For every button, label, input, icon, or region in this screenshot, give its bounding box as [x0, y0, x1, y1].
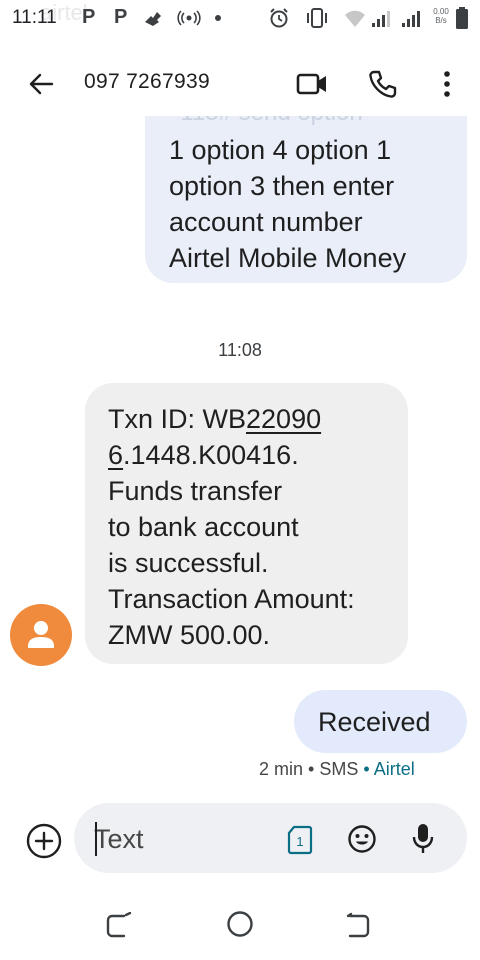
message-status: 2 min • SMS • Airtel: [259, 759, 415, 780]
message-line: option 3 then enter: [169, 171, 395, 201]
emoji-icon[interactable]: [347, 824, 377, 854]
battery-icon: [456, 7, 468, 29]
wifi-icon: [345, 10, 365, 28]
hotspot-icon: [177, 10, 201, 26]
txn-prefix: Txn ID: WB: [108, 404, 247, 434]
nav-back-icon[interactable]: [344, 912, 374, 940]
network-speed: 0.00 B/s: [430, 7, 452, 25]
status-time: 11:11: [12, 7, 57, 28]
message-line: to bank account: [108, 512, 299, 542]
message-line: Funds transfer: [108, 476, 283, 506]
outgoing-message-bubble[interactable]: Received: [294, 690, 467, 753]
message-line: is successful.: [108, 548, 269, 578]
message-age: 2 min: [259, 759, 304, 779]
status-bar: 11:11 P P 0.00 B/s: [0, 0, 480, 36]
message-line: 1 option 4 option 1: [169, 135, 392, 165]
more-options-icon[interactable]: [434, 70, 460, 98]
signal-icon: [402, 11, 420, 27]
sim-slot-number: 1: [296, 834, 303, 849]
txn-id-link-part[interactable]: 22090: [246, 404, 321, 434]
phone-call-icon[interactable]: [368, 69, 398, 99]
dot-icon: [215, 15, 221, 21]
speed-unit: B/s: [435, 16, 447, 25]
meta-separator: •: [308, 759, 315, 779]
recent-apps-icon[interactable]: [104, 912, 134, 940]
txn-id-link-part[interactable]: 6: [108, 440, 123, 470]
vibrate-icon: [307, 8, 327, 28]
message-text: Txn ID: WB22090 6.1448.K00416. Funds tra…: [108, 401, 355, 653]
back-arrow-icon[interactable]: [28, 71, 54, 97]
message-line: Transaction Amount:: [108, 584, 355, 614]
avatar[interactable]: [10, 604, 72, 666]
message-text: Received: [318, 707, 431, 737]
outgoing-message-bubble[interactable]: *115# send option 1 option 4 option 1 op…: [145, 105, 467, 283]
message-input[interactable]: [94, 823, 274, 855]
message-line: 6.1448.K00416.: [108, 437, 355, 473]
message-type: SMS: [319, 759, 359, 779]
sim-card-icon[interactable]: 1: [287, 825, 313, 855]
incoming-message-bubble[interactable]: Txn ID: WB22090 6.1448.K00416. Funds tra…: [85, 383, 408, 664]
alarm-icon: [270, 8, 288, 28]
message-line: ZMW 500.00.: [108, 620, 271, 650]
home-icon[interactable]: [226, 910, 254, 938]
speed-value: 0.00: [433, 7, 449, 16]
signal-icon: [372, 11, 390, 27]
txn-suffix: .1448.K00416.: [123, 440, 299, 470]
puzzle-icon: [145, 12, 161, 26]
carrier-sep: •: [363, 759, 370, 779]
microphone-icon[interactable]: [411, 822, 435, 856]
carrier-name: Airtel: [373, 759, 415, 779]
notification-p-icon: P: [82, 6, 96, 28]
add-attachment-icon[interactable]: [25, 822, 63, 860]
message-line: account number: [169, 207, 363, 237]
contact-title[interactable]: 097 7267939: [84, 70, 210, 94]
person-icon: [28, 621, 54, 648]
message-line: Txn ID: WB22090: [108, 401, 355, 437]
time-separator: 11:08: [218, 340, 262, 360]
compose-bar: 1: [74, 803, 467, 873]
message-line: Airtel Mobile Money: [169, 243, 407, 273]
app-bar: [0, 50, 480, 116]
video-call-icon[interactable]: [296, 70, 328, 98]
text-cursor: [95, 822, 97, 856]
notification-p-icon: P: [114, 6, 128, 28]
message-text: 1 option 4 option 1 option 3 then enter …: [169, 132, 406, 276]
